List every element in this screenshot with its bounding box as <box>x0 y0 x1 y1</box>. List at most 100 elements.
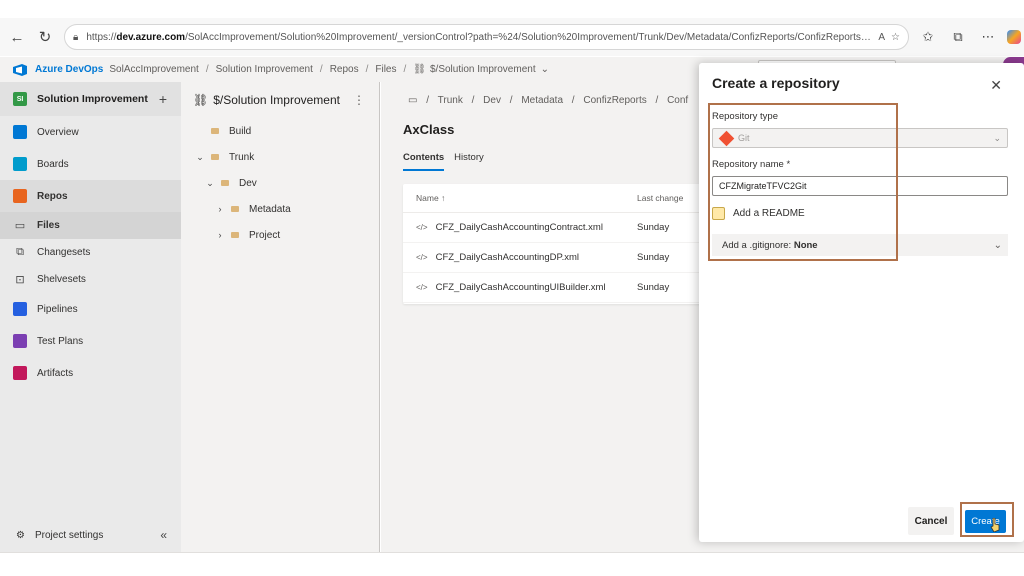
sidebar: SI Solution Improvement + Overview Board… <box>0 82 181 552</box>
column-last-change[interactable]: Last change <box>637 193 683 203</box>
cancel-button[interactable]: Cancel <box>908 507 954 535</box>
chevron-right-icon[interactable]: › <box>215 204 225 214</box>
collections-icon[interactable]: ⧉ <box>947 26 969 48</box>
path-metadata[interactable]: Metadata <box>521 95 563 106</box>
path-confizreports[interactable]: ConfizReports <box>583 95 646 106</box>
chevron-down-icon: ⌄ <box>993 132 1001 143</box>
file-tree-panel: ⛓ $/Solution Improvement ⋮ Build ⌄ Trunk… <box>181 82 380 552</box>
chevron-right-icon[interactable]: › <box>215 230 225 240</box>
project-avatar: SI <box>13 92 27 106</box>
sidebar-item-repos[interactable]: Repos <box>0 180 181 212</box>
create-button[interactable]: Create <box>965 510 1006 533</box>
overview-icon <box>13 125 27 139</box>
tree-item-metadata[interactable]: › Metadata <box>181 196 379 222</box>
column-name[interactable]: Name ↑ <box>403 193 637 203</box>
project-settings[interactable]: ⚙ Project settings « <box>0 518 181 552</box>
folder-icon <box>211 154 219 160</box>
table-row[interactable]: </> CFZ_DailyCashAccountingContract.xml S… <box>403 213 723 243</box>
back-arrow-icon[interactable]: ← <box>6 26 28 48</box>
tfvc-repo-icon: ⛓ <box>193 93 209 107</box>
more-vertical-icon[interactable]: ⋮ <box>353 93 365 107</box>
sidebar-item-boards[interactable]: Boards <box>0 148 181 180</box>
sidebar-item-test-plans[interactable]: Test Plans <box>0 325 181 357</box>
tree-title[interactable]: $/Solution Improvement <box>213 93 340 107</box>
brand-link[interactable]: Azure DevOps <box>35 64 103 75</box>
breadcrumb-repo[interactable]: $/Solution Improvement <box>430 64 536 75</box>
folder-icon <box>211 128 219 134</box>
sidebar-item-artifacts[interactable]: Artifacts <box>0 357 181 389</box>
tree-item-dev[interactable]: ⌄ Dev <box>181 170 379 196</box>
chevron-down-icon[interactable]: ⌄ <box>195 152 205 163</box>
changesets-icon: ⧉ <box>16 246 24 258</box>
create-repository-dialog: Create a repository ✕ Repository type Gi… <box>699 63 1024 542</box>
collapse-sidebar-icon[interactable]: « <box>160 528 167 542</box>
gear-icon: ⚙ <box>16 529 25 541</box>
tree-item-project[interactable]: › Project <box>181 222 379 248</box>
artifacts-icon <box>13 366 27 380</box>
path-trunk[interactable]: Trunk <box>438 95 463 106</box>
tab-contents[interactable]: Contents <box>403 152 445 171</box>
path-breadcrumb: ▭ / Trunk / Dev / Metadata / ConfizRepor… <box>408 95 689 106</box>
chevron-down-icon: ⌄ <box>993 239 1002 251</box>
org-link[interactable]: SolAccImprovement <box>109 64 198 75</box>
folder-icon <box>231 232 239 238</box>
chevron-down-icon[interactable]: ⌄ <box>205 178 215 189</box>
sidebar-project[interactable]: SI Solution Improvement + <box>0 82 181 116</box>
azure-devops-logo-icon[interactable] <box>13 63 27 76</box>
sidebar-item-pipelines[interactable]: Pipelines <box>0 293 181 325</box>
boards-icon <box>13 157 27 171</box>
refresh-icon[interactable]: ↻ <box>34 26 56 48</box>
breadcrumb-project[interactable]: Solution Improvement <box>216 64 313 75</box>
page-title: AxClass <box>403 122 455 137</box>
file-list-header: Name ↑ Last change <box>403 184 723 213</box>
copilot-icon[interactable] <box>1007 30 1021 44</box>
dialog-title: Create a repository <box>712 75 840 91</box>
path-conf[interactable]: Conf <box>667 95 688 106</box>
file-list: Name ↑ Last change </> CFZ_DailyCashAccou… <box>403 184 723 304</box>
bottom-strip <box>0 552 1024 576</box>
shelvesets-icon: ⊡ <box>15 274 25 286</box>
repo-name-input[interactable] <box>712 176 1008 196</box>
pipelines-icon <box>13 302 27 316</box>
repo-type-label: Repository type <box>712 111 779 122</box>
sidebar-item-files[interactable]: ▭ Files <box>0 212 181 239</box>
sidebar-item-shelvesets[interactable]: ⊡ Shelvesets <box>0 266 181 293</box>
repo-type-select[interactable]: Git ⌄ <box>712 128 1008 148</box>
sidebar-item-changesets[interactable]: ⧉ Changesets <box>0 239 181 266</box>
browser-toolbar: ← ↻ 🔒︎ https://dev.azure.com/SolAccImpro… <box>0 18 1024 56</box>
tree-item-trunk[interactable]: ⌄ Trunk <box>181 144 379 170</box>
lock-icon: 🔒︎ <box>73 31 79 43</box>
gitignore-select[interactable]: Add a .gitignore: None ⌄ <box>712 234 1008 256</box>
tfvc-repo-icon: ⛓ <box>413 64 426 75</box>
folder-outline-icon: ▭ <box>408 95 418 106</box>
more-options-icon[interactable]: ⋯ <box>977 26 999 48</box>
tree-item-build[interactable]: Build <box>181 118 379 144</box>
close-icon[interactable]: ✕ <box>990 77 1002 94</box>
test-plans-icon <box>13 334 27 348</box>
repos-icon <box>13 189 27 203</box>
breadcrumb-files[interactable]: Files <box>375 64 396 75</box>
sidebar-item-overview[interactable]: Overview <box>0 116 181 148</box>
favorite-star-icon[interactable]: ☆ <box>891 32 900 43</box>
add-icon[interactable]: + <box>159 91 167 107</box>
folder-icon <box>231 206 239 212</box>
code-file-icon: </> <box>416 283 428 292</box>
url-text: https://dev.azure.com/SolAccImprovement/… <box>86 31 873 43</box>
table-row[interactable]: </> CFZ_DailyCashAccountingUIBuilder.xml … <box>403 273 723 303</box>
code-file-icon: </> <box>416 253 428 262</box>
folder-icon <box>221 180 229 186</box>
path-dev[interactable]: Dev <box>483 95 501 106</box>
chevron-down-icon[interactable]: ⌄ <box>541 64 549 75</box>
favorites-icon[interactable]: ✩ <box>917 26 939 48</box>
address-bar[interactable]: 🔒︎ https://dev.azure.com/SolAccImproveme… <box>64 24 909 50</box>
breadcrumb-repos[interactable]: Repos <box>330 64 359 75</box>
tab-history[interactable]: History <box>454 152 484 171</box>
read-aloud-icon[interactable]: A <box>878 32 885 43</box>
table-row[interactable]: </> CFZ_DailyCashAccountingDP.xml Sunday <box>403 243 723 273</box>
add-readme-checkbox[interactable] <box>712 207 725 220</box>
add-readme-row[interactable]: Add a README <box>712 207 805 220</box>
git-icon <box>718 130 735 146</box>
files-icon: ▭ <box>14 220 26 232</box>
repo-name-label: Repository name * <box>712 159 791 170</box>
code-file-icon: </> <box>416 223 428 232</box>
